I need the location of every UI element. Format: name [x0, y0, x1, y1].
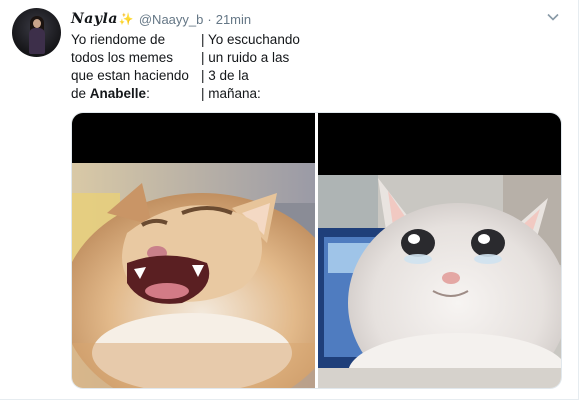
separator-dot: · — [207, 11, 212, 27]
text-left: Yo riendome de — [71, 32, 166, 47]
media-grid[interactable] — [71, 112, 562, 389]
text-prefix: de — [71, 86, 90, 101]
user-handle[interactable]: @Naayy_b — [139, 12, 204, 27]
display-name[interactable]: Nayla — [71, 11, 118, 27]
text-right: | Yo escuchando — [201, 32, 300, 47]
text-row: que estan haciendo | 3 de la — [71, 67, 341, 85]
text-row: todos los memes | un ruido a las — [71, 49, 341, 67]
laughing-cat-photo[interactable] — [72, 113, 315, 388]
text-right: | un ruido a las — [201, 50, 290, 65]
text-right: | 3 de la — [201, 68, 249, 83]
text-row: de Anabelle: | mañana: — [71, 85, 341, 103]
text-row: Yo riendome de | Yo escuchando — [71, 31, 341, 49]
tweet-text: Yo riendome de | Yo escuchando todos los… — [71, 31, 341, 103]
timestamp[interactable]: 21min — [216, 12, 251, 27]
text-left: de Anabelle: — [71, 85, 201, 103]
crying-cat-photo[interactable] — [318, 113, 561, 388]
bold-name: Anabelle — [89, 86, 147, 101]
text-right: | mañana: — [201, 86, 261, 101]
tweet-header: Nayla ✨ @Naayy_b · 21min — [71, 9, 558, 29]
text-suffix: : — [146, 86, 150, 101]
tweet-card[interactable]: Nayla ✨ @Naayy_b · 21min Yo riendome de … — [0, 0, 579, 400]
text-left: todos los memes — [71, 50, 174, 65]
avatar[interactable] — [12, 8, 61, 57]
text-left: que estan haciendo — [71, 68, 189, 83]
sparkle-icon: ✨ — [118, 12, 134, 26]
chevron-down-icon[interactable] — [546, 10, 560, 24]
